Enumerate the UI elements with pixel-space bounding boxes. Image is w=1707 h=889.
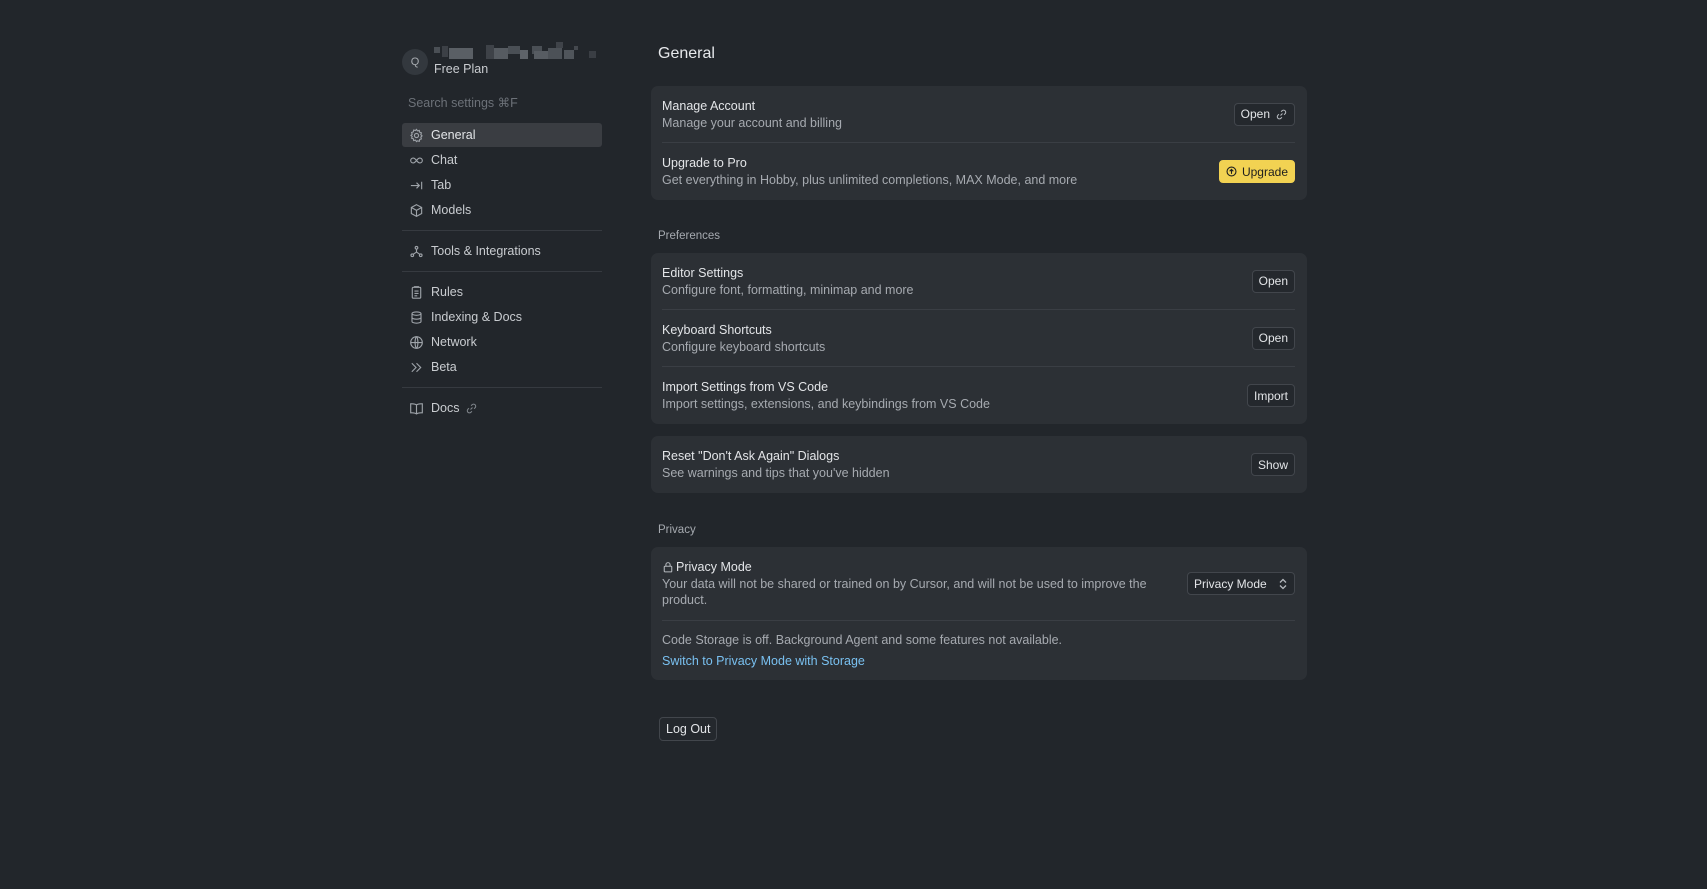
sidebar-item-chat[interactable]: Chat [402,148,602,172]
gear-icon [408,127,424,143]
row-description: Get everything in Hobby, plus unlimited … [662,173,1078,187]
privacy-mode-row: Privacy Mode Your data will not be share… [662,547,1295,621]
sidebar-item-network[interactable]: Network [402,330,602,354]
sidebar-item-indexing-docs[interactable]: Indexing & Docs [402,305,602,329]
row-description: Manage your account and billing [662,115,842,130]
row-title: Editor Settings [662,265,744,280]
infinity-icon [408,152,424,168]
keyboard-shortcuts-open-button[interactable]: Open [1251,326,1295,350]
sidebar-divider [402,230,602,231]
log-out-button[interactable]: Log Out [659,717,718,741]
redacted-username [434,42,622,60]
settings-search-input[interactable]: Search settings ⌘F [402,95,604,113]
privacy-mode-title: Privacy Mode [676,560,752,574]
import-settings-button[interactable]: Import [1246,384,1295,407]
section-label-privacy: Privacy [658,524,696,536]
clipboard-icon [408,284,424,300]
preferences-card: Editor Settings Configure font, formatti… [651,253,1307,424]
reset-dialogs-card: Reset "Don't Ask Again" Dialogs See warn… [651,436,1307,493]
sidebar-item-label: Indexing & Docs [431,310,523,324]
row-description: Import settings, extensions, and keybind… [662,397,990,411]
network-nodes-icon [408,243,424,259]
section-label-preferences: Preferences [658,230,721,242]
editor-settings-row: Editor Settings Configure font, formatti… [662,253,1295,310]
link-icon [1275,108,1288,121]
settings-sidebar: Q Free Plan Search settings ⌘F General C… [402,40,604,421]
sidebar-item-label: Tools & Integrations [431,244,541,258]
code-storage-row: Code Storage is off. Background Agent an… [662,621,1295,680]
sidebar-item-tools-integrations[interactable]: Tools & Integrations [402,239,602,263]
row-description-line2: product. [662,593,708,607]
sidebar-divider [402,271,602,272]
sidebar-item-label: Network [431,335,477,349]
sidebar-item-label: Beta [431,360,457,374]
sidebar-item-label: Tab [431,178,452,192]
page-title: General [658,45,715,62]
row-title: Upgrade to Pro [662,156,747,170]
settings-main: General Manage Account Manage your accou… [651,40,1307,741]
keyboard-shortcuts-row: Keyboard Shortcuts Configure keyboard sh… [662,310,1295,367]
sidebar-item-models[interactable]: Models [402,198,602,222]
privacy-mode-select[interactable]: Privacy Mode [1187,572,1295,595]
sidebar-item-label: Rules [431,285,463,299]
sidebar-item-label: General [431,128,476,142]
reset-dialogs-row: Reset "Don't Ask Again" Dialogs See warn… [662,436,1295,493]
import-vscode-row: Import Settings from VS Code Import sett… [662,367,1295,424]
upgrade-pro-row: Upgrade to Pro Get everything in Hobby, … [662,143,1295,200]
chevron-updown-icon [1278,578,1288,590]
account-card: Manage Account Manage your account and b… [651,86,1307,200]
row-title: Privacy Mode [662,559,1147,575]
manage-account-open-button[interactable]: Open [1233,102,1295,126]
button-label: Open [1240,107,1270,121]
row-description: Configure font, formatting, minimap and … [662,282,914,297]
row-title: Manage Account [662,98,756,113]
database-icon [408,309,424,325]
link-icon [465,402,478,415]
plan-label: Free Plan [434,62,489,76]
sidebar-item-label: Chat [431,153,458,167]
row-description: See warnings and tips that you've hidden [662,466,890,480]
upgrade-button[interactable]: Upgrade [1218,160,1295,183]
sidebar-item-rules[interactable]: Rules [402,280,602,304]
button-label: Upgrade [1241,164,1288,179]
sidebar-item-tab[interactable]: Tab [402,173,602,197]
sidebar-item-docs[interactable]: Docs [402,396,602,420]
row-description: Configure keyboard shortcuts [662,339,826,354]
row-title: Keyboard Shortcuts [662,322,772,337]
switch-privacy-storage-link[interactable]: Switch to Privacy Mode with Storage [662,654,1295,668]
sidebar-item-general[interactable]: General [402,123,602,147]
cube-icon [408,202,424,218]
row-description: Your data will not be shared or trained … [662,577,1147,591]
avatar: Q [402,49,428,75]
manage-account-row: Manage Account Manage your account and b… [662,86,1295,143]
row-title: Reset "Don't Ask Again" Dialogs [662,449,840,463]
sidebar-item-label: Models [431,203,472,217]
double-chevron-icon [408,359,424,375]
book-icon [408,400,424,416]
select-value: Privacy Mode [1194,576,1267,591]
privacy-card: Privacy Mode Your data will not be share… [651,547,1307,680]
globe-icon [408,334,424,350]
code-storage-note: Code Storage is off. Background Agent an… [662,633,1063,647]
arrow-tab-icon [408,177,424,193]
lock-icon [662,561,674,573]
profile-header: Q Free Plan [402,40,604,82]
sidebar-divider [402,387,602,388]
editor-settings-open-button[interactable]: Open [1251,269,1295,293]
sidebar-item-beta[interactable]: Beta [402,355,602,379]
row-title: Import Settings from VS Code [662,380,829,394]
sidebar-item-label: Docs [431,401,460,415]
show-hidden-dialogs-button[interactable]: Show [1250,453,1295,476]
upgrade-arrow-icon [1226,166,1237,177]
